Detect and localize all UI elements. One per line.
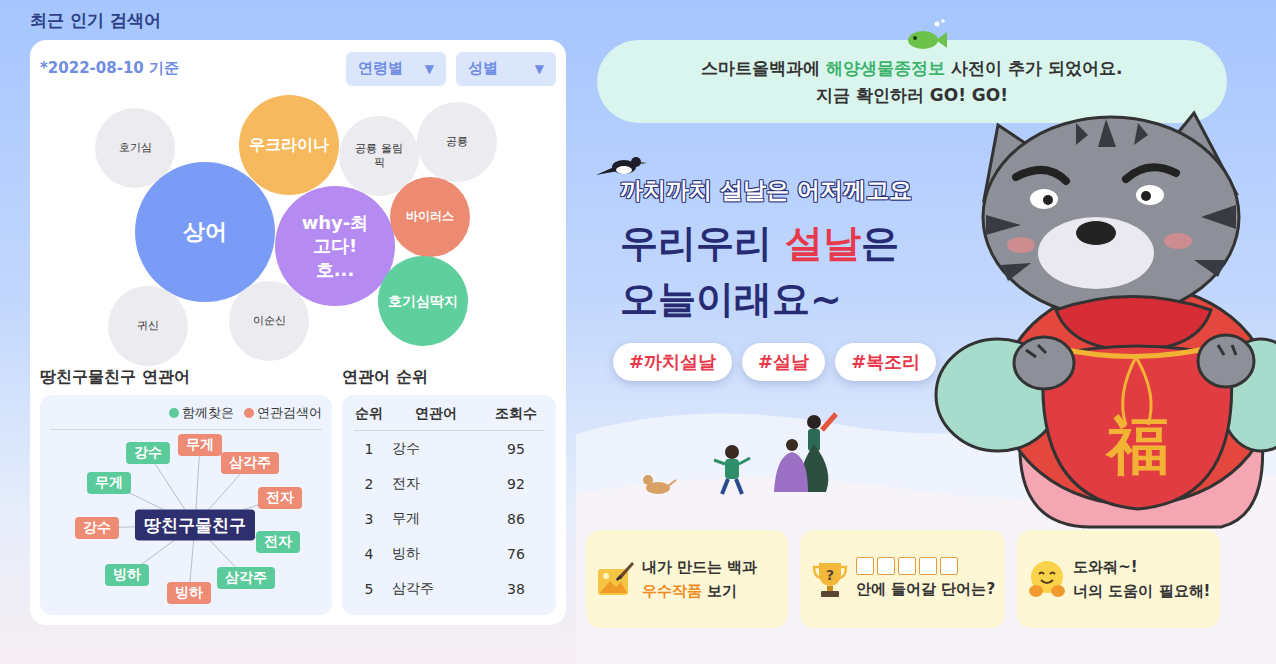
- kids-illustration: [636, 400, 866, 505]
- legend: 함께찾은 연관검색어: [50, 395, 322, 430]
- feature-card[interactable]: 내가 만드는 백과우수작품 보기: [586, 530, 788, 628]
- text: 안에 들어갈 단어는?: [856, 580, 995, 598]
- feature-card[interactable]: 도와줘~! 너의 도움이 필요해!: [1017, 530, 1220, 628]
- related-node[interactable]: 삼각주: [217, 567, 275, 589]
- card-text: 도와줘~! 너의 도움이 필요해!: [1073, 555, 1210, 603]
- svg-text:?: ?: [826, 567, 834, 583]
- blank-box: [877, 557, 895, 575]
- text: 지금 확인하러 GO! GO!: [816, 85, 1008, 105]
- legend-item: 함께찾은: [169, 404, 234, 422]
- related-node[interactable]: 강수: [75, 517, 119, 539]
- title-line: 오늘이래요~: [620, 271, 899, 327]
- popular-panel: *2022-08-10 기준연령별▼성별▼호기심우크라이나공룡 올림픽공룡상어w…: [30, 40, 566, 625]
- hashtag-button[interactable]: #설날: [742, 343, 825, 381]
- blank-boxes: [856, 557, 995, 575]
- notice-line: 지금 확인하러 GO! GO!: [816, 82, 1008, 109]
- hashtag-button[interactable]: #까치설날: [613, 343, 732, 381]
- keyword-bubble[interactable]: 호기심딱지: [378, 256, 468, 346]
- card-text: 안에 들어갈 단어는?: [856, 557, 995, 601]
- table-row[interactable]: 1강수95: [354, 431, 544, 466]
- notice-line: 스마트올백과에 해양생물종정보 사전이 추가 되었어요.: [701, 55, 1122, 82]
- keyword-bubble[interactable]: 귀신: [108, 286, 188, 366]
- caret-icon: ▼: [425, 62, 434, 76]
- related-node[interactable]: 빙하: [167, 582, 211, 604]
- card-row: 내가 만드는 백과우수작품 보기? 안에 들어갈 단어는? 도와줘~! 너의 도움이 …: [586, 530, 1276, 628]
- table-row[interactable]: 5삼각주38: [354, 571, 544, 606]
- notice-bubble[interactable]: 스마트올백과에 해양생물종정보 사전이 추가 되었어요. 지금 확인하러 GO! …: [597, 40, 1227, 123]
- section-title: 연관어 순위: [342, 367, 556, 387]
- hashtag-button[interactable]: #복조리: [835, 343, 936, 381]
- related-section: 땅친구물친구 연관어함께찾은연관검색어강수무게삼각주무게전자강수전자빙하삼각주빙…: [40, 367, 332, 615]
- center-node: 땅친구물친구: [135, 510, 255, 541]
- ranking-section: 연관어 순위순위연관어조회수1강수952전자923무게864빙하765삼각주38: [342, 367, 556, 615]
- section-title: 최근 인기 검색어: [30, 10, 566, 30]
- filters: 연령별▼ 성별▼: [346, 52, 556, 86]
- tiger-illustration: 福: [926, 95, 1276, 535]
- blank-box: [898, 557, 916, 575]
- table-header: 순위연관어조회수: [354, 403, 544, 431]
- feature-card[interactable]: ? 안에 들어갈 단어는?: [800, 530, 1005, 628]
- caret-icon: ▼: [535, 62, 544, 76]
- text: 도와줘~!: [1073, 558, 1137, 576]
- text: 스마트올백과에: [701, 58, 826, 78]
- blank-box: [919, 557, 937, 575]
- ranking-table: 순위연관어조회수1강수952전자923무게864빙하765삼각주38: [342, 395, 556, 615]
- svg-text:福: 福: [1104, 409, 1169, 482]
- highlight-text: 해양생물종정보: [826, 58, 945, 78]
- bubble-chart: 호기심우크라이나공룡 올림픽공룡상어why-최고다! 호...바이러스호기심딱지…: [40, 95, 556, 367]
- related-row: 땅친구물친구 연관어함께찾은연관검색어강수무게삼각주무게전자강수전자빙하삼각주빙…: [40, 367, 556, 615]
- panel-header: *2022-08-10 기준 연령별▼ 성별▼: [40, 52, 556, 85]
- event-section: 스마트올백과에 해양생물종정보 사전이 추가 되었어요. 지금 확인하러 GO! …: [586, 0, 1276, 664]
- gallery-icon: [596, 559, 636, 599]
- fish-icon: [903, 18, 949, 52]
- banner-title: 우리우리 설날은오늘이래요~: [620, 215, 899, 327]
- related-node[interactable]: 전자: [258, 487, 302, 509]
- blank-box: [856, 557, 874, 575]
- highlight-text: 우수작품: [642, 582, 702, 600]
- card-text: 내가 만드는 백과우수작품 보기: [642, 555, 757, 603]
- smiley-icon: [1027, 559, 1067, 599]
- legend-item: 연관검색어: [244, 404, 322, 422]
- text: 은: [861, 221, 899, 265]
- related-node[interactable]: 무게: [178, 434, 222, 456]
- hashtags: #까치설날 #설날 #복조리: [613, 343, 936, 381]
- table-row[interactable]: 4빙하76: [354, 536, 544, 571]
- keyword-bubble[interactable]: 공룡: [417, 102, 497, 182]
- trophy-icon: ?: [810, 559, 850, 599]
- text: 사전이 추가 되었어요.: [945, 58, 1122, 78]
- related-node[interactable]: 강수: [126, 442, 170, 464]
- text: 오늘이래요~: [620, 277, 842, 321]
- blank-box: [940, 557, 958, 575]
- related-diagram: 함께찾은연관검색어강수무게삼각주무게전자강수전자빙하삼각주빙하땅친구물친구: [40, 395, 332, 615]
- related-node[interactable]: 전자: [256, 531, 300, 553]
- popular-section: 최근 인기 검색어*2022-08-10 기준연령별▼성별▼호기심우크라이나공룡…: [30, 0, 566, 664]
- text: 보기: [702, 582, 737, 600]
- table-row[interactable]: 3무게86: [354, 501, 544, 536]
- banner-subtitle: 까치까치 설날은 어저께고요: [620, 175, 912, 205]
- text: 내가 만드는 백과: [642, 558, 757, 576]
- highlight-text: 설날: [785, 221, 861, 265]
- keyword-bubble[interactable]: 상어: [135, 162, 275, 302]
- keyword-bubble[interactable]: 바이러스: [390, 177, 470, 257]
- section-title: 땅친구물친구 연관어: [40, 367, 332, 387]
- magpie-icon: [594, 153, 648, 183]
- filter-dropdown[interactable]: 연령별▼: [346, 52, 446, 86]
- date-label: *2022-08-10 기준: [40, 59, 179, 78]
- related-node[interactable]: 빙하: [105, 564, 149, 586]
- filter-dropdown[interactable]: 성별▼: [456, 52, 556, 86]
- keyword-bubble[interactable]: 이순신: [229, 281, 309, 361]
- title-line: 우리우리 설날은: [620, 215, 899, 271]
- keyword-bubble[interactable]: 우크라이나: [239, 95, 339, 195]
- table-row[interactable]: 2전자92: [354, 466, 544, 501]
- related-node[interactable]: 삼각주: [221, 452, 279, 474]
- text: 우리우리: [620, 221, 785, 265]
- text: 너의 도움이 필요해!: [1073, 582, 1210, 600]
- related-node[interactable]: 무게: [87, 472, 131, 494]
- page: 최근 인기 검색어*2022-08-10 기준연령별▼성별▼호기심우크라이나공룡…: [0, 0, 1276, 664]
